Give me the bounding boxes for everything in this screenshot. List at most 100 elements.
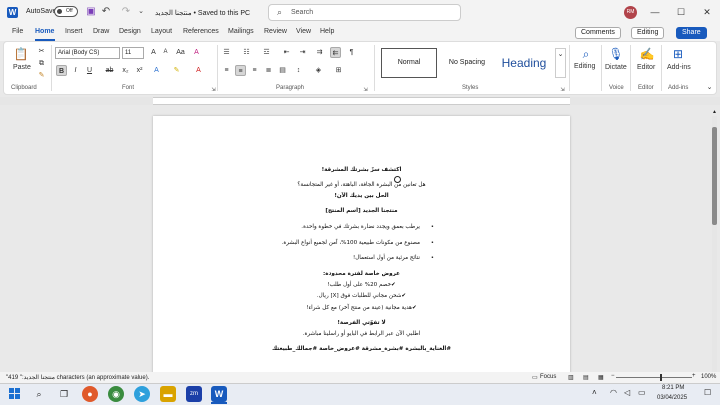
ruler[interactable] [153,97,570,105]
add-ins-button[interactable]: Add-ins [667,64,691,71]
tab-draw[interactable]: Draw [93,28,109,35]
editing-button[interactable]: Editing [574,63,595,70]
comments-button[interactable]: Comments [575,27,621,39]
redo-icon[interactable]: ↷ [120,6,132,18]
styles-more-icon[interactable]: ⌄ [555,48,566,78]
format-painter-icon[interactable]: ✎ [36,70,47,81]
clear-formatting-icon[interactable]: A [191,47,202,58]
cut-icon[interactable]: ✂ [36,46,47,57]
editor-icon[interactable]: ✍ [639,46,655,62]
word-count-status[interactable]: "منتجنا الجديد:" 419 characters (an appr… [6,374,149,381]
paste-icon[interactable]: 📋 [13,46,29,62]
telegram-icon[interactable]: ➤ [134,386,150,402]
font-color-icon[interactable]: A [193,65,204,76]
clock-time[interactable]: 8:21 PM [662,385,684,391]
line-spacing-icon[interactable]: ↕ [293,65,304,76]
strikethrough-button[interactable]: ab [104,65,115,76]
autosave-toggle[interactable]: Off [54,6,78,17]
font-name-select[interactable]: Arial (Body CS) [55,47,120,59]
show-formatting-icon[interactable]: ¶ [346,47,357,58]
tab-references[interactable]: References [183,28,219,35]
text-effects-icon[interactable]: A [151,65,162,76]
volume-icon[interactable]: ◁ [624,388,630,397]
tab-insert[interactable]: Insert [65,28,83,35]
search-box[interactable]: ⌕ Search [268,4,461,21]
editor-button[interactable]: Editor [637,64,655,71]
ltr-icon[interactable]: ⇉ [314,47,325,58]
tab-home[interactable]: Home [35,28,54,35]
change-case-icon[interactable]: Aa [175,47,186,58]
minimize-icon[interactable]: — [648,5,662,19]
font-size-select[interactable]: 11 [122,47,144,59]
tab-design[interactable]: Design [119,28,141,35]
tab-help[interactable]: Help [320,28,334,35]
shrink-font-icon[interactable]: A [160,47,171,58]
zoom-slider[interactable] [616,377,692,378]
maximize-icon[interactable]: ☐ [674,5,688,19]
notifications-icon[interactable]: ☐ [704,388,711,397]
paste-button[interactable]: Paste [13,64,31,71]
document-page[interactable]: اكتشف سرّ بشرتك المشرقة! هل تعانين من ال… [153,116,570,376]
rtl-icon[interactable]: ⇇ [330,47,341,58]
superscript-button[interactable]: x² [134,65,145,76]
decrease-indent-icon[interactable]: ⇤ [281,47,292,58]
share-button[interactable]: Share [676,27,707,39]
zoom-slider-thumb[interactable] [660,374,662,381]
windows-start-icon[interactable] [9,388,21,400]
wifi-icon[interactable]: ◠ [610,388,617,397]
align-left-icon[interactable]: ≡ [221,65,232,76]
subscript-button[interactable]: x₂ [120,65,131,76]
focus-icon[interactable]: ▭ [532,374,538,381]
tab-layout[interactable]: Layout [151,28,172,35]
zoom-out-icon[interactable]: − [611,373,615,379]
find-icon[interactable]: ⌕ [578,46,594,62]
scrollbar-thumb[interactable] [712,127,717,225]
borders-icon[interactable]: ⊞ [333,65,344,76]
word-taskbar-icon[interactable]: W [211,386,227,402]
collapse-ribbon-icon[interactable]: ⌄ [704,82,715,93]
multilevel-list-icon[interactable]: ☲ [261,47,272,58]
taskbar-search-icon[interactable]: ⌕ [31,386,47,402]
grow-font-icon[interactable]: A [148,47,159,58]
style-no-spacing[interactable]: No Spacing [439,48,495,78]
tab-file[interactable]: File [12,28,23,35]
scroll-up-icon[interactable]: ▲ [712,109,717,115]
print-layout-icon[interactable]: ▤ [583,374,589,381]
firefox-icon[interactable]: ● [82,386,98,402]
focus-button[interactable]: Focus [540,374,556,380]
underline-button[interactable]: U [84,65,95,76]
qat-dropdown-icon[interactable]: ⌄ [135,6,147,18]
zoom-level[interactable]: 100% [701,374,716,380]
save-icon[interactable]: ▣ [85,6,97,18]
style-heading[interactable]: Heading [496,48,552,78]
avatar[interactable]: RM [624,6,637,19]
copy-icon[interactable]: ⧉ [36,58,47,69]
editing-mode-button[interactable]: Editing [631,27,665,39]
battery-icon[interactable]: ▭ [638,388,646,397]
justify-icon[interactable]: ≣ [263,65,274,76]
web-layout-icon[interactable]: ▦ [598,374,604,381]
increase-indent-icon[interactable]: ⇥ [297,47,308,58]
distributed-icon[interactable]: ▤ [277,65,288,76]
zoom-app-icon[interactable]: zm [186,386,202,402]
tab-mailings[interactable]: Mailings [228,28,254,35]
add-ins-icon[interactable]: ⊞ [670,46,686,62]
align-right-icon[interactable]: ≡ [249,65,260,76]
zoom-in-icon[interactable]: + [692,373,696,379]
close-icon[interactable]: ✕ [700,5,714,19]
paragraph-dialog-icon[interactable]: ⇲ [360,85,371,96]
align-center-icon[interactable]: ≡ [235,65,246,76]
italic-button[interactable]: I [70,65,81,76]
bullets-icon[interactable]: ☰ [221,47,232,58]
tab-review[interactable]: Review [264,28,287,35]
styles-dialog-icon[interactable]: ⇲ [557,85,568,96]
numbering-icon[interactable]: ☷ [241,47,252,58]
clock-date[interactable]: 03/04/2025 [657,395,687,401]
dictate-button[interactable]: Dictate [605,64,627,71]
shading-icon[interactable]: ◈ [313,65,324,76]
chrome-icon[interactable]: ◉ [108,386,124,402]
task-view-icon[interactable]: ❐ [56,386,72,402]
microphone-icon[interactable]: 🎙 [608,46,624,62]
tray-chevron-icon[interactable]: ˄ [592,388,597,397]
highlight-icon[interactable]: ✎ [171,65,182,76]
